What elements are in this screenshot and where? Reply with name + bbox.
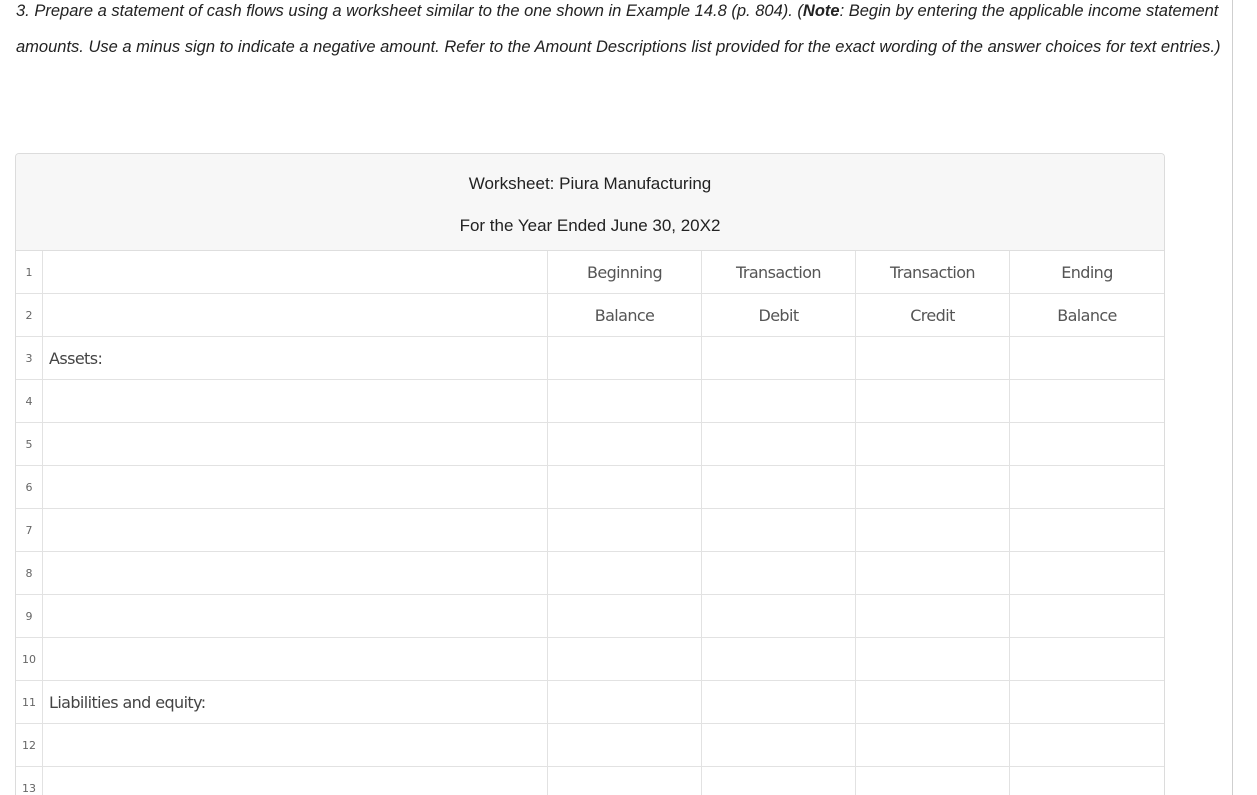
row-label-cell[interactable] bbox=[43, 724, 548, 767]
amount-cell-ending-balance[interactable] bbox=[1010, 681, 1164, 724]
worksheet-title: Worksheet: Piura Manufacturing bbox=[468, 174, 712, 193]
amount-cell-transaction-credit[interactable] bbox=[856, 509, 1010, 552]
amount-cell-transaction-debit[interactable] bbox=[702, 509, 856, 552]
amount-cell-transaction-credit[interactable] bbox=[856, 638, 1010, 681]
amount-cell-transaction-credit[interactable] bbox=[856, 681, 1010, 724]
row-number: 13 bbox=[16, 767, 43, 795]
column-header-beginning-balance: Balance bbox=[548, 294, 702, 337]
column-header-transaction-debit: Transaction bbox=[702, 251, 856, 294]
row-number: 6 bbox=[16, 466, 43, 509]
amount-cell-beginning-balance[interactable] bbox=[548, 767, 702, 795]
row-label-cell[interactable] bbox=[43, 509, 548, 552]
row-label-cell[interactable] bbox=[43, 552, 548, 595]
row-label-cell[interactable] bbox=[43, 466, 548, 509]
row-label-cell bbox=[43, 294, 548, 337]
amount-cell-ending-balance[interactable] bbox=[1010, 423, 1164, 466]
amount-cell-ending-balance[interactable] bbox=[1010, 337, 1164, 380]
row-label-cell[interactable] bbox=[43, 423, 548, 466]
amount-cell-transaction-credit[interactable] bbox=[856, 724, 1010, 767]
amount-cell-ending-balance[interactable] bbox=[1010, 595, 1164, 638]
row-label-cell bbox=[43, 251, 548, 294]
amount-cell-ending-balance[interactable] bbox=[1010, 767, 1164, 795]
row-number: 7 bbox=[16, 509, 43, 552]
amount-cell-transaction-credit[interactable] bbox=[856, 595, 1010, 638]
page-divider bbox=[1232, 0, 1233, 795]
amount-cell-transaction-debit[interactable] bbox=[702, 380, 856, 423]
row-number: 8 bbox=[16, 552, 43, 595]
amount-cell-beginning-balance[interactable] bbox=[548, 423, 702, 466]
amount-cell-ending-balance[interactable] bbox=[1010, 509, 1164, 552]
column-header-beginning-balance: Beginning bbox=[548, 251, 702, 294]
amount-cell-transaction-debit[interactable] bbox=[702, 423, 856, 466]
amount-cell-transaction-credit[interactable] bbox=[856, 337, 1010, 380]
row-number: 12 bbox=[16, 724, 43, 767]
row-label-cell[interactable]: Liabilities and equity: bbox=[43, 681, 548, 724]
amount-cell-transaction-debit[interactable] bbox=[702, 724, 856, 767]
amount-cell-ending-balance[interactable] bbox=[1010, 466, 1164, 509]
amount-cell-transaction-debit[interactable] bbox=[702, 466, 856, 509]
worksheet-header: Worksheet: Piura Manufacturing For the Y… bbox=[16, 154, 1164, 251]
amount-cell-transaction-credit[interactable] bbox=[856, 767, 1010, 795]
row-label-cell[interactable]: Assets: bbox=[43, 337, 548, 380]
column-header-transaction-credit: Transaction bbox=[856, 251, 1010, 294]
amount-cell-transaction-debit[interactable] bbox=[702, 552, 856, 595]
row-label-cell[interactable] bbox=[43, 767, 548, 795]
amount-cell-ending-balance[interactable] bbox=[1010, 724, 1164, 767]
amount-cell-transaction-debit[interactable] bbox=[702, 595, 856, 638]
column-header-ending-balance: Ending bbox=[1010, 251, 1164, 294]
row-number: 2 bbox=[16, 294, 43, 337]
row-number: 11 bbox=[16, 681, 43, 724]
question-instructions: 3. Prepare a statement of cash flows usi… bbox=[16, 0, 1228, 65]
worksheet-table: Worksheet: Piura Manufacturing For the Y… bbox=[15, 153, 1165, 795]
amount-cell-beginning-balance[interactable] bbox=[548, 552, 702, 595]
instructions-note-label: Note bbox=[802, 2, 840, 20]
amount-cell-transaction-debit[interactable] bbox=[702, 337, 856, 380]
amount-cell-transaction-debit[interactable] bbox=[702, 767, 856, 795]
amount-cell-transaction-credit[interactable] bbox=[856, 466, 1010, 509]
amount-cell-ending-balance[interactable] bbox=[1010, 638, 1164, 681]
amount-cell-beginning-balance[interactable] bbox=[548, 681, 702, 724]
column-header-transaction-debit: Debit bbox=[702, 294, 856, 337]
column-header-ending-balance: Balance bbox=[1010, 294, 1164, 337]
amount-cell-transaction-credit[interactable] bbox=[856, 423, 1010, 466]
worksheet-subtitle: For the Year Ended June 30, 20X2 bbox=[459, 216, 721, 235]
amount-cell-beginning-balance[interactable] bbox=[548, 337, 702, 380]
instructions-text-part1: 3. Prepare a statement of cash flows usi… bbox=[16, 2, 803, 20]
amount-cell-beginning-balance[interactable] bbox=[548, 509, 702, 552]
row-number: 5 bbox=[16, 423, 43, 466]
amount-cell-beginning-balance[interactable] bbox=[548, 380, 702, 423]
amount-cell-transaction-credit[interactable] bbox=[856, 380, 1010, 423]
amount-cell-beginning-balance[interactable] bbox=[548, 595, 702, 638]
amount-cell-transaction-credit[interactable] bbox=[856, 552, 1010, 595]
row-number: 9 bbox=[16, 595, 43, 638]
amount-cell-transaction-debit[interactable] bbox=[702, 638, 856, 681]
amount-cell-ending-balance[interactable] bbox=[1010, 380, 1164, 423]
amount-cell-beginning-balance[interactable] bbox=[548, 638, 702, 681]
row-number: 10 bbox=[16, 638, 43, 681]
amount-cell-beginning-balance[interactable] bbox=[548, 466, 702, 509]
worksheet-grid: 1 Beginning Transaction Transaction Ending 2 B… bbox=[16, 251, 1164, 795]
column-header-transaction-credit: Credit bbox=[856, 294, 1010, 337]
row-number: 1 bbox=[16, 251, 43, 294]
amount-cell-ending-balance[interactable] bbox=[1010, 552, 1164, 595]
row-number: 4 bbox=[16, 380, 43, 423]
amount-cell-transaction-debit[interactable] bbox=[702, 681, 856, 724]
row-label-cell[interactable] bbox=[43, 595, 548, 638]
row-label-cell[interactable] bbox=[43, 380, 548, 423]
row-label-cell[interactable] bbox=[43, 638, 548, 681]
row-number: 3 bbox=[16, 337, 43, 380]
amount-cell-beginning-balance[interactable] bbox=[548, 724, 702, 767]
